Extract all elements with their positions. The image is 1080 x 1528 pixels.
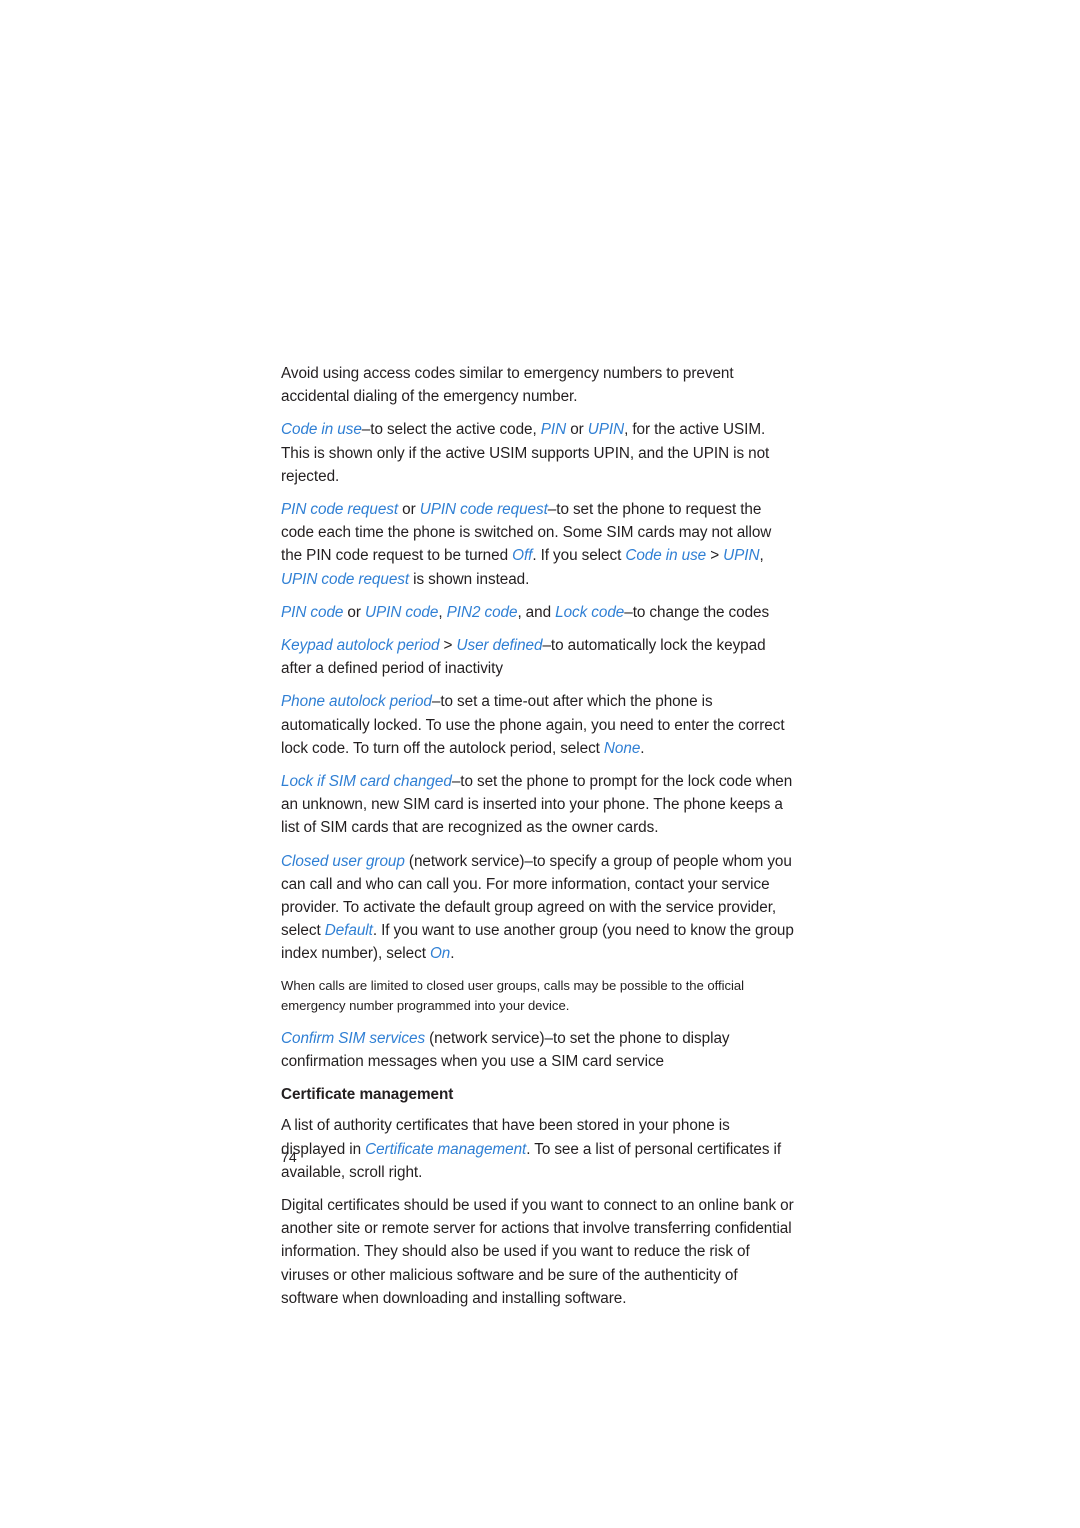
paragraph-confirm-sim-services: Confirm SIM services (network service)–t… (281, 1029, 730, 1071)
paragraph-certificate-management-intro: A list of authority certificates that ha… (281, 1117, 782, 1181)
paragraph-lock-if-sim-card-changed: Lock if SIM card changed–to set the phon… (281, 773, 793, 837)
ui-term: PIN code (281, 603, 344, 621)
ui-term: On (429, 945, 451, 963)
ui-term: UPIN (587, 421, 625, 439)
ui-term: Code in use (281, 421, 362, 439)
ui-term: Off (512, 547, 533, 565)
ui-term: PIN code request (281, 501, 399, 519)
ui-term: Confirm SIM services (281, 1029, 426, 1047)
ui-term: Certificate management (365, 1140, 527, 1158)
ui-term: Code in use (625, 547, 707, 565)
paragraph-phone-autolock-period: Phone autolock period–to set a time-out … (281, 693, 785, 757)
ui-term: UPIN code request (281, 570, 410, 588)
ui-term: UPIN code request (419, 501, 548, 519)
ui-term: Keypad autolock period (281, 637, 440, 655)
ui-term: User defined (456, 637, 543, 655)
page-number: 74 (281, 1150, 297, 1166)
ui-term: Phone autolock period (281, 693, 432, 711)
paragraph-pin-code-request: PIN code request or UPIN code request–to… (281, 501, 772, 588)
ui-term: PIN (540, 421, 567, 439)
ui-term: UPIN (723, 547, 760, 565)
paragraph-certificate-management-heading: Certificate management (281, 1086, 454, 1104)
ui-term: PIN2 code (446, 603, 518, 621)
paragraph-keypad-autolock-period: Keypad autolock period > User defined–to… (281, 637, 766, 678)
page-content-column: Avoid using access codes similar to emer… (281, 362, 795, 1320)
paragraph-change-the-codes: PIN code or UPIN code, PIN2 code, and Lo… (281, 603, 770, 621)
paragraph-closed-user-group: Closed user group (network service)–to s… (281, 852, 794, 963)
ui-term: None (603, 739, 641, 757)
ui-term: Default (324, 922, 373, 940)
ui-term: Lock if SIM card changed (281, 773, 452, 791)
ui-term: Closed user group (281, 852, 405, 870)
paragraph-digital-certificates: Digital certificates should be used if y… (281, 1197, 794, 1307)
ui-term: Lock code (555, 603, 625, 621)
paragraph-avoid-access-codes: Avoid using access codes similar to emer… (281, 365, 734, 406)
document-page: Avoid using access codes similar to emer… (0, 0, 1080, 1528)
ui-term: UPIN code (364, 603, 439, 621)
paragraph-closed-user-group-note: When calls are limited to closed user gr… (281, 977, 745, 1014)
paragraph-code-in-use: Code in use–to select the active code, P… (281, 421, 770, 485)
